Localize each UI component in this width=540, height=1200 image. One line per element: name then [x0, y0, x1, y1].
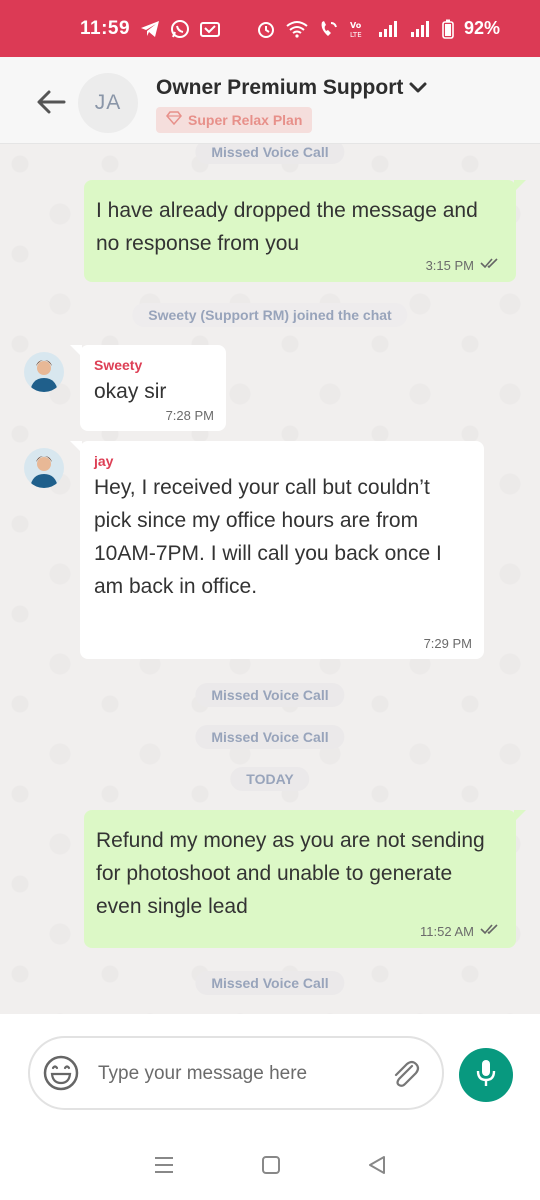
wifi-icon	[286, 20, 308, 38]
sender-name: jay	[94, 453, 114, 469]
missed-call-notice: Missed Voice Call	[195, 971, 345, 995]
mic-button[interactable]	[459, 1048, 513, 1102]
notification-app-icon	[200, 20, 221, 38]
chat-title[interactable]: Owner Premium Support	[156, 76, 403, 100]
back-arrow-icon[interactable]	[34, 87, 68, 117]
message-meta: 7:28 PM	[166, 408, 214, 423]
telegram-icon	[140, 20, 160, 38]
plan-badge: Super Relax Plan	[156, 107, 313, 133]
emoji-icon[interactable]	[42, 1054, 80, 1097]
svg-text:Vo: Vo	[350, 21, 362, 30]
signal-icon-2	[410, 20, 432, 38]
wifi-calling-icon	[318, 19, 340, 39]
composer-bar	[0, 1014, 540, 1134]
message-input[interactable]	[98, 1056, 378, 1092]
plan-label: Super Relax Plan	[188, 112, 303, 128]
volte-icon: Vo LTE	[350, 19, 368, 39]
bubble-tail	[514, 180, 526, 192]
bubble-tail	[514, 810, 526, 822]
battery-icon	[442, 19, 454, 39]
alarm-icon	[256, 19, 276, 39]
chat-header: JA Owner Premium Support Super Relax Pla…	[0, 57, 540, 144]
missed-call-notice: Missed Voice Call	[195, 144, 345, 164]
sender-name: Sweety	[94, 357, 143, 373]
double-check-icon	[480, 922, 502, 940]
missed-call-notice: Missed Voice Call	[195, 725, 345, 749]
chat-screen: 11:59 Vo LTE 92% JA Owner Premium Suppor…	[0, 0, 540, 1200]
message-meta: 7:29 PM	[424, 636, 472, 651]
message-text: okay sir	[94, 380, 167, 403]
paperclip-icon[interactable]	[390, 1058, 420, 1095]
joined-notice: Sweety (Support RM) joined the chat	[132, 303, 408, 327]
message-time: 7:28 PM	[165, 408, 214, 423]
message-text: I have already dropped the message and n…	[96, 199, 478, 255]
date-divider: TODAY	[230, 767, 310, 791]
incoming-message[interactable]: Sweety okay sir 7:28 PM	[70, 345, 226, 431]
contact-avatar[interactable]: JA	[78, 73, 138, 133]
composer-field	[28, 1036, 444, 1110]
agent-avatar	[24, 448, 64, 488]
outgoing-message[interactable]: I have already dropped the message and n…	[84, 180, 526, 282]
double-check-icon	[480, 256, 502, 274]
recent-apps-icon[interactable]	[153, 1155, 175, 1180]
agent-avatar	[24, 352, 64, 392]
message-time: 11:52 AM	[420, 923, 474, 939]
message-time: 3:15 PM	[425, 257, 474, 273]
message-time: 7:29 PM	[423, 636, 472, 651]
missed-call-notice: Missed Voice Call	[195, 683, 345, 707]
message-text: Hey, I received your call but couldn’t p…	[94, 476, 442, 598]
signal-icon	[378, 20, 400, 38]
message-meta: 3:15 PM	[426, 256, 502, 274]
status-time: 11:59	[80, 17, 131, 39]
home-icon[interactable]	[261, 1155, 281, 1180]
whatsapp-icon	[170, 19, 190, 39]
back-triangle-icon[interactable]	[367, 1155, 387, 1180]
battery-percent: 92%	[463, 18, 500, 38]
outgoing-message[interactable]: Refund my money as you are not sending f…	[84, 810, 526, 948]
message-meta: 11:52 AM	[420, 922, 502, 940]
system-nav-bar	[0, 1134, 540, 1200]
chevron-down-icon[interactable]	[408, 81, 428, 100]
svg-text:LTE: LTE	[350, 31, 362, 39]
message-text: Refund my money as you are not sending f…	[96, 829, 485, 918]
bubble-tail	[70, 441, 82, 453]
status-bar: 11:59 Vo LTE 92%	[0, 0, 540, 57]
microphone-icon	[476, 1059, 496, 1092]
message-list[interactable]: Missed Voice Call I have already dropped…	[0, 144, 540, 1014]
incoming-message[interactable]: jay Hey, I received your call but couldn…	[70, 441, 484, 659]
bubble-tail	[70, 345, 82, 357]
diamond-icon	[166, 110, 182, 130]
